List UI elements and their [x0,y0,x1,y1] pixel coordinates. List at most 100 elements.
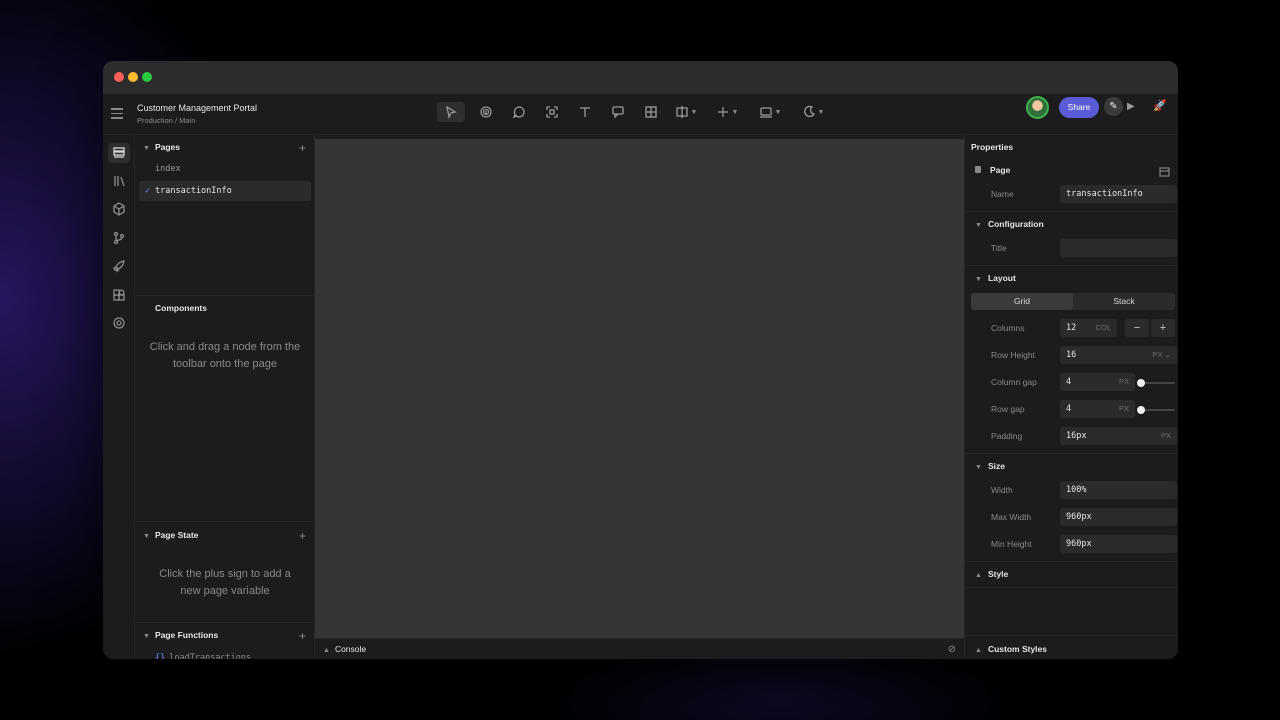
page-functions-section-header[interactable]: ▼ Page Functions [143,630,218,640]
text-icon [580,107,590,117]
pencil-icon: ✎ [1109,101,1118,112]
rail-library[interactable] [111,173,127,189]
max-width-input[interactable]: 960px [1060,508,1177,526]
console-label: Console [334,644,367,654]
deploy-button[interactable]: 🚀 [1153,97,1167,116]
rail-components[interactable] [111,201,127,217]
min-height-label: Min Height [991,539,1032,549]
table-tool[interactable] [639,102,663,122]
rail-deploy[interactable] [111,258,127,274]
add-page-button[interactable]: + [299,142,306,154]
columns-increment-button[interactable]: + [1151,319,1175,337]
user-avatar[interactable] [1026,96,1049,119]
components-hint: Click and drag a node from the toolbar o… [149,341,301,370]
function-item-label: loadTransactions [169,653,252,659]
comment-add-tool[interactable] [606,102,630,122]
padding-input[interactable]: 16px PX [1060,427,1177,445]
column-gap-input[interactable]: 4 PX [1060,373,1135,391]
components-section-header: Components [155,303,207,313]
maximize-window-button[interactable] [142,72,152,82]
add-page-variable-button[interactable]: + [299,530,306,542]
column-gap-slider[interactable] [1137,379,1175,387]
text-tool[interactable] [573,102,597,122]
rail-branches[interactable] [111,230,127,246]
canvas-area [315,135,964,638]
page-name-input[interactable]: transactionInfo [1060,185,1177,203]
properties-panel: Properties Page Name transactionInfo ▼ Co… [964,135,1178,659]
width-input[interactable]: 100% [1060,481,1177,499]
columns-input[interactable]: 12 COL [1060,319,1117,337]
minimize-window-button[interactable] [128,72,138,82]
size-section-header[interactable]: ▼ Size [975,461,1005,471]
section-divider [965,587,1178,588]
page-section-header: Page [990,165,1011,175]
layout-section-header[interactable]: ▼ Layout [975,273,1016,283]
clear-console-icon[interactable]: ⊘ [948,644,956,655]
slider-handle[interactable] [1137,379,1145,387]
rail-pages[interactable] [108,143,130,163]
theme-tool[interactable]: ▼ [799,102,827,122]
section-divider [135,521,315,522]
row-height-value: 16 [1066,350,1077,360]
preview-button[interactable]: ▶ [1127,97,1135,116]
function-braces-icon: {} [155,653,166,659]
layout-mode-grid[interactable]: Grid [971,293,1073,310]
add-page-function-button[interactable]: + [299,630,306,642]
device-tool[interactable]: ▼ [756,102,784,122]
gear-icon [113,317,125,329]
section-divider [965,265,1178,266]
pages-section-header[interactable]: ▼ Pages [143,142,180,152]
page-item-index[interactable]: index [139,159,311,179]
git-branch-icon [113,231,125,245]
page-state-section-header[interactable]: ▼ Page State [143,530,198,540]
columns-value: 12 [1066,323,1077,333]
check-icon: ✓ [145,186,150,195]
page-item-transactioninfo[interactable]: ✓ transactionInfo [139,181,311,201]
configuration-section-header[interactable]: ▼ Configuration [975,219,1044,229]
tool-group: ▼ ▼ ▼ ▼ [437,101,836,123]
pointer-tool[interactable] [437,102,465,122]
row-gap-value: 4 [1066,404,1072,414]
share-button[interactable]: Share [1059,97,1099,118]
page-settings-icon[interactable] [1159,164,1170,177]
comment-tool[interactable] [507,102,531,122]
size-header-label: Size [987,461,1005,471]
layout-mode-toggle: Grid Stack [971,293,1175,310]
row-height-unit-select[interactable]: PX ⌄ [1153,346,1171,364]
close-window-button[interactable] [114,72,124,82]
frame-select-tool[interactable] [540,102,564,122]
section-divider [965,211,1178,212]
theme-icon [803,105,815,118]
slider-handle[interactable] [1137,406,1145,414]
chevron-down-icon: ▼ [143,533,150,540]
style-section-header[interactable]: ▲ Style [975,569,1008,579]
left-panel: ▼ Pages + index ✓ transactionInfo Componen… [135,135,315,659]
custom-styles-section-header[interactable]: ▲ Custom Styles [975,644,1047,654]
layout-mode-stack[interactable]: Stack [1073,293,1175,310]
function-item-loadtransactions[interactable]: {} loadTransactions [155,653,251,659]
page-title-input[interactable] [1060,239,1177,257]
page-canvas[interactable] [315,139,964,638]
padding-unit: PX [1160,431,1171,440]
row-gap-slider[interactable] [1137,406,1175,414]
rail-plugins[interactable] [111,287,127,303]
column-gap-label: Column gap [991,377,1037,387]
padding-label: Padding [991,431,1023,441]
fingerprint-icon [480,106,492,118]
layout-tool[interactable]: ▼ [672,102,700,122]
pages-header-label: Pages [154,142,180,152]
add-tool[interactable]: ▼ [713,102,741,122]
row-height-input[interactable]: 16 PX ⌄ [1060,346,1177,364]
menu-icon[interactable] [111,108,123,119]
rail-settings[interactable] [111,315,127,331]
chevron-up-icon: ▲ [975,572,982,579]
project-breadcrumb[interactable]: Production / Main [137,116,195,125]
console-bar[interactable]: ▲ Console ⊘ [315,638,964,659]
min-height-input[interactable]: 960px [1060,535,1177,553]
fingerprint-tool[interactable] [474,102,498,122]
edit-button[interactable]: ✎ [1104,97,1123,116]
page-item-label: transactionInfo [155,186,232,196]
console-toggle[interactable]: ▲ Console [323,644,366,654]
row-gap-input[interactable]: 4 PX [1060,400,1135,418]
columns-decrement-button[interactable]: − [1125,319,1149,337]
